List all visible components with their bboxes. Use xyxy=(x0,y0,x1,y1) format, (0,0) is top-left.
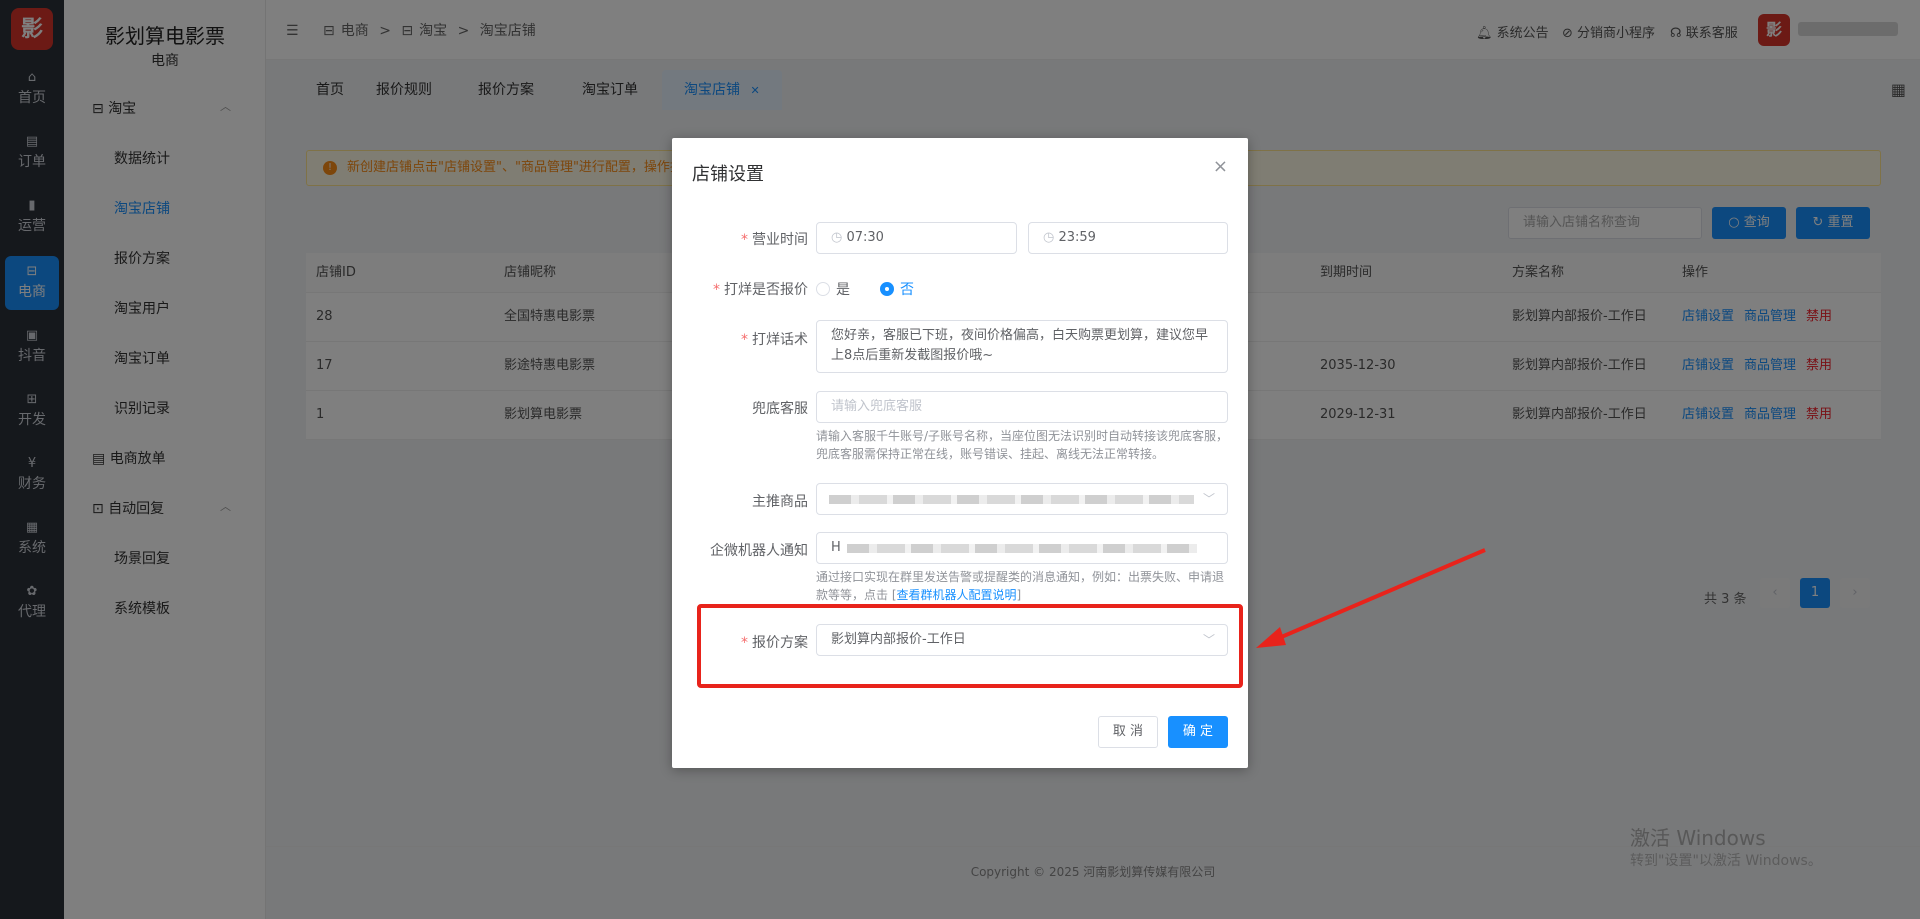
radio-yes[interactable]: 是 xyxy=(816,279,850,299)
confirm-button[interactable]: 确 定 xyxy=(1168,716,1228,748)
clock-icon: ◷ xyxy=(831,230,847,245)
arrow-head xyxy=(1256,627,1286,648)
robot-webhook-input[interactable]: H xyxy=(816,532,1228,564)
closing-quote-radio-group: 是 否 xyxy=(816,279,1016,299)
start-time-value: 07:30 xyxy=(846,230,884,245)
blurred-value xyxy=(847,544,1197,553)
cancel-button[interactable]: 取 消 xyxy=(1098,716,1158,748)
radio-label: 是 xyxy=(836,282,850,298)
required-mark: * xyxy=(741,332,748,348)
chevron-down-icon: ﹀ xyxy=(1202,492,1215,506)
label-text: 打烊话术 xyxy=(752,332,808,348)
annotation-arrow xyxy=(1256,548,1486,648)
radio-circle xyxy=(816,282,830,296)
blurred-value xyxy=(829,495,1194,504)
start-time-picker[interactable]: ◷ 07:30 xyxy=(816,222,1017,254)
radio-no[interactable]: 否 xyxy=(880,279,914,299)
robot-notify-help: 通过接口实现在群里发送告警或提醒类的消息通知，例如：出票失败、申请退款等等，点击… xyxy=(816,568,1232,604)
arrow-shaft xyxy=(1271,548,1486,643)
radio-label: 否 xyxy=(900,282,914,298)
fallback-service-input[interactable]: 请输入兜底客服 xyxy=(816,391,1228,423)
close-icon[interactable]: × xyxy=(1213,156,1228,177)
radio-circle xyxy=(880,282,894,296)
help-text: ] xyxy=(1016,588,1022,602)
robot-config-link[interactable]: 查看群机器人配置说明 xyxy=(897,588,1017,602)
closing-text-label: * 打烊话术 xyxy=(741,329,808,349)
label-text: 营业时间 xyxy=(752,232,808,248)
required-mark: * xyxy=(741,232,748,248)
highlight-box xyxy=(697,604,1243,688)
closing-quote-label: * 打烊是否报价 xyxy=(713,279,808,299)
end-time-value: 23:59 xyxy=(1058,230,1096,245)
label-text: 打烊是否报价 xyxy=(724,282,808,298)
closing-text-textarea[interactable]: 您好亲，客服已下班，夜间价格偏高，白天购票更划算，建议您早上8点后重新发截图报价… xyxy=(816,320,1228,373)
main-product-label: 主推商品 xyxy=(752,494,808,510)
end-time-picker[interactable]: ◷ 23:59 xyxy=(1028,222,1228,254)
business-hours-label: * 营业时间 xyxy=(741,229,808,249)
dialog-title: 店铺设置 xyxy=(692,164,764,185)
fallback-service-label: 兜底客服 xyxy=(752,401,808,417)
fallback-service-help: 请输入客服千牛账号/子账号名称，当座位图无法识别时自动转接该兜底客服，兜底客服需… xyxy=(816,429,1229,461)
required-mark: * xyxy=(713,282,720,298)
main-product-select[interactable]: ﹀ xyxy=(816,483,1228,515)
webhook-prefix: H xyxy=(831,540,841,555)
robot-notify-label: 企微机器人通知 xyxy=(710,543,808,559)
clock-icon: ◷ xyxy=(1043,230,1059,245)
